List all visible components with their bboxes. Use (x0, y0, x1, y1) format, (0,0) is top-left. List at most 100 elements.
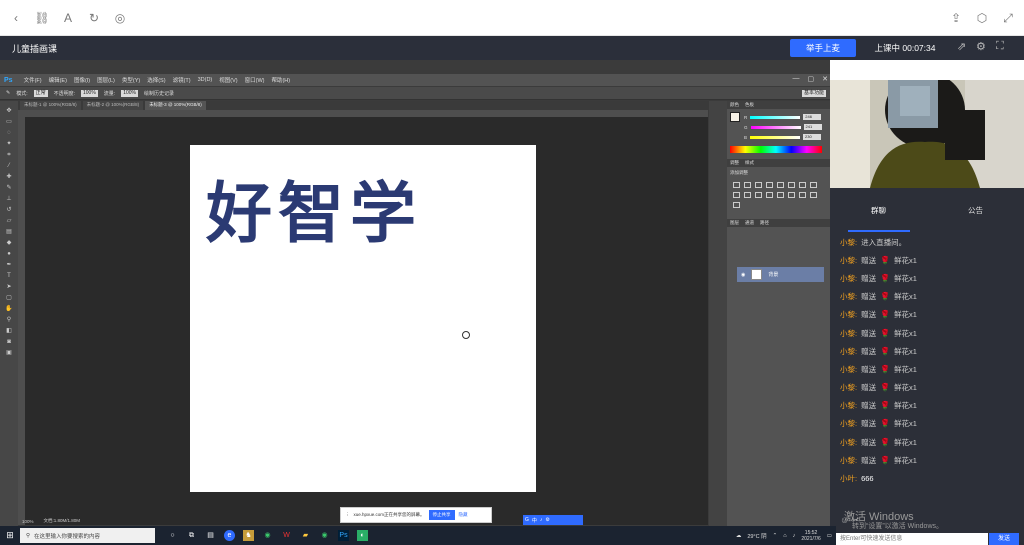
menu-item[interactable]: 窗口(W) (245, 76, 265, 84)
workspace-select[interactable]: 基本功能 (801, 89, 826, 97)
menu-item[interactable]: 类型(Y) (122, 76, 140, 84)
shape-tool-icon[interactable]: ▢ (4, 294, 14, 303)
weather-text[interactable]: 29°C 阴 (747, 532, 766, 540)
taskbar-search[interactable]: ⚲ 在这里输入你要搜索的内容 (20, 528, 155, 543)
color-spectrum[interactable] (730, 146, 822, 153)
color-slider-r[interactable]: R 246 (740, 112, 830, 122)
path-select-icon[interactable]: ➤ (4, 283, 14, 292)
panel-tab-channels[interactable]: 通道 (745, 220, 754, 226)
tab-announcement[interactable]: 公告 (927, 205, 1024, 216)
ime-settings-icon[interactable]: ⚙ (545, 517, 549, 523)
back-icon[interactable]: ‹ (8, 10, 24, 26)
doc-tab[interactable]: 未标题-1 @ 100%(RGB/8) (20, 101, 81, 110)
emoji-icon[interactable]: ☺ (840, 515, 849, 525)
gradient-tool-icon[interactable]: ▤ (4, 228, 14, 237)
menu-item[interactable]: 视图(V) (219, 76, 237, 84)
color-slider-g[interactable]: G 241 (740, 122, 830, 132)
eye-icon[interactable]: ◉ (741, 272, 745, 278)
doc-tab[interactable]: 未标题-2 @ 100%(RGB/8) (82, 101, 144, 110)
menu-item[interactable]: 文件(F) (24, 76, 42, 84)
send-button[interactable]: 发送 (989, 533, 1019, 545)
clock[interactable]: 15:52 2021/7/6 (801, 530, 820, 542)
panel-tab-paths[interactable]: 路径 (760, 220, 769, 226)
mode-select[interactable]: 正常 (33, 89, 48, 97)
menu-item[interactable]: 选择(S) (147, 76, 165, 84)
ime-logo[interactable]: G (525, 517, 529, 523)
box-icon[interactable]: ⬡ (974, 10, 990, 26)
gear-icon[interactable]: ⚙ (976, 40, 986, 53)
stop-share-button[interactable]: 停止共享 (428, 510, 455, 520)
panel-tab-styles[interactable]: 样式 (745, 160, 754, 166)
healing-tool-icon[interactable]: ✚ (4, 173, 14, 182)
menu-item[interactable]: 3D(D) (198, 77, 213, 83)
tab-group-chat[interactable]: 群聊 (830, 205, 927, 216)
file-explorer-icon[interactable]: ▤ (205, 530, 216, 541)
menu-item[interactable]: 帮助(H) (271, 76, 290, 84)
move-tool-icon[interactable]: ✥ (4, 107, 14, 116)
ime-voice-icon[interactable]: ♪ (540, 517, 543, 523)
panel-tab-adjustments[interactable]: 调整 (730, 160, 739, 166)
photoshop-icon[interactable]: Ps (338, 530, 349, 541)
pen-tool-icon[interactable]: ✒ (4, 261, 14, 270)
network-icon[interactable]: ⌂ (783, 533, 786, 539)
flow-field[interactable]: 100% (121, 89, 138, 97)
cortana-icon[interactable]: ○ (167, 530, 178, 541)
ps-document[interactable]: 好智学 (190, 145, 536, 492)
dodge-tool-icon[interactable]: ● (4, 250, 14, 259)
fullscreen-icon[interactable]: ⤢ (1000, 10, 1016, 26)
panel-tab-swatches[interactable]: 色板 (745, 102, 754, 108)
reload-icon[interactable]: ↻ (86, 10, 102, 26)
green-app-icon[interactable]: ◉ (319, 530, 330, 541)
scissors-icon[interactable]: ✂ (852, 515, 860, 526)
close-icon[interactable]: ✕ (822, 75, 828, 83)
chrome-icon[interactable]: ◉ (262, 530, 273, 541)
screen-mode-icon[interactable]: ▣ (4, 349, 14, 358)
adjustment-icons[interactable] (727, 179, 827, 211)
stamp-tool-icon[interactable]: ⊥ (4, 195, 14, 204)
brush-tool-icon[interactable]: ✎ (4, 184, 14, 193)
notification-icon[interactable]: ▭ (827, 533, 832, 539)
task-view-icon[interactable]: ⧉ (186, 530, 197, 541)
doc-tab-active[interactable]: 未标题-3 @ 100%(RGB/8) (145, 101, 206, 110)
crop-tool-icon[interactable]: ⌗ (4, 151, 14, 160)
wechat-icon[interactable]: ◐ (357, 530, 368, 541)
hand-tool-icon[interactable]: ✋ (4, 305, 14, 314)
color-swatch-icon[interactable]: ◧ (4, 327, 14, 336)
marquee-tool-icon[interactable]: ▭ (4, 118, 14, 127)
history-brush-icon[interactable]: ↺ (4, 206, 14, 215)
font-size-icon[interactable]: A (60, 10, 76, 26)
link-icon[interactable]: ⛓ (34, 10, 50, 26)
foreground-color-swatch[interactable] (730, 112, 740, 122)
color-slider-b[interactable]: B 230 (740, 132, 830, 142)
external-link-icon[interactable]: ⇗ (957, 40, 966, 53)
folder-icon[interactable]: ▰ (300, 530, 311, 541)
baidu-app-icon[interactable]: ♞ (243, 530, 254, 541)
chat-input[interactable] (836, 533, 988, 545)
panel-tab-color[interactable]: 颜色 (730, 102, 739, 108)
browser-app-icon[interactable]: e (224, 530, 235, 541)
ime-lang[interactable]: 中 (532, 517, 537, 524)
maximize-icon[interactable]: ▢ (808, 75, 815, 83)
brush-icon[interactable]: ✎ (6, 90, 10, 96)
menu-item[interactable]: 图层(L) (97, 76, 115, 84)
menu-item[interactable]: 图像(I) (74, 76, 90, 84)
share-icon[interactable]: ⇪ (948, 10, 964, 26)
blur-tool-icon[interactable]: ◆ (4, 239, 14, 248)
eyedropper-tool-icon[interactable]: ⁄ (4, 162, 14, 171)
raise-hand-button[interactable]: 举手上麦 (790, 39, 856, 57)
opacity-field[interactable]: 100% (81, 89, 98, 97)
quick-mask-icon[interactable]: ◙ (4, 338, 14, 347)
eraser-tool-icon[interactable]: ▱ (4, 217, 14, 226)
layer-row-background[interactable]: ◉ 背景 (737, 267, 824, 282)
fullscreen-icon[interactable]: ⛶ (996, 40, 1004, 53)
compass-icon[interactable]: ◎ (112, 10, 128, 26)
quick-select-tool-icon[interactable]: ✦ (4, 140, 14, 149)
hide-button[interactable]: 隐藏 (459, 512, 468, 518)
zoom-tool-icon[interactable]: ⚲ (4, 316, 14, 325)
drag-handle-icon[interactable]: ⋮ (345, 512, 350, 518)
menu-item[interactable]: 编辑(E) (49, 76, 67, 84)
windows-start-icon[interactable]: ⊞ (0, 530, 20, 541)
wps-icon[interactable]: W (281, 530, 292, 541)
history-option[interactable]: 绘制历史记录 (144, 90, 174, 97)
type-tool-icon[interactable]: T (4, 272, 14, 281)
